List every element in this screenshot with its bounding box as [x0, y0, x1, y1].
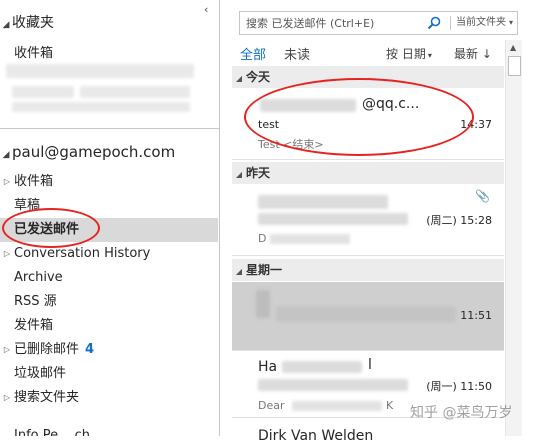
collapse-pane-button[interactable]: ‹ [204, 3, 208, 16]
chevron-down-icon: ▾ [427, 51, 432, 60]
favorites-header[interactable]: ◢ 收藏夹 [0, 12, 54, 32]
annotation-circle-sent [2, 208, 100, 248]
expand-arrow-icon[interactable]: ▷ [0, 338, 14, 362]
blurred-folder-3 [80, 86, 190, 98]
expand-arrow-icon[interactable]: ▷ [0, 386, 14, 410]
folder-outbox[interactable]: 发件箱 [0, 314, 218, 338]
filter-all[interactable]: 全部 [240, 44, 266, 63]
sort-by-date[interactable]: 按 日期 ▾ [386, 45, 432, 62]
folder-pane: ‹ ◢ 收藏夹 收件箱 ◢ paul@gamepoch.com ▷ 收件箱 草稿 已发… [0, 0, 219, 436]
folder-rss[interactable]: RSS 源 [0, 290, 218, 314]
list-scrollbar[interactable]: ▲ [505, 40, 522, 436]
blurred-preview [270, 234, 350, 244]
blurred-subject [276, 306, 456, 322]
message-item-3-selected[interactable]: 11:51 [232, 282, 504, 351]
pane-separator [0, 128, 219, 129]
search-input[interactable] [240, 12, 414, 34]
scroll-thumb[interactable] [508, 56, 521, 76]
expand-arrow-icon[interactable]: ▷ [0, 170, 14, 194]
collapse-triangle-icon: ◢ [235, 170, 243, 179]
folder-archive[interactable]: Archive [0, 266, 218, 290]
search-scope-dropdown[interactable]: 当前文件夹 ▾ [456, 12, 513, 34]
message-preview: Dear [258, 399, 285, 412]
favorites-inbox[interactable]: 收件箱 [14, 42, 53, 61]
account-label: paul@gamepoch.com [12, 143, 176, 161]
blurred-subject [258, 379, 408, 391]
blurred-sender [282, 361, 362, 373]
unread-count-badge: 4 [85, 342, 95, 357]
sort-order-newest[interactable]: 最新 ↓ [454, 45, 492, 62]
message-sender-tail: l [368, 357, 372, 373]
collapse-triangle-icon: ◢ [2, 20, 10, 30]
message-preview: D [258, 232, 267, 245]
message-time: (周二) 15:28 [426, 214, 492, 227]
blurred-folder-2 [12, 86, 74, 98]
scroll-up-icon[interactable]: ▲ [510, 43, 516, 52]
collapse-triangle-icon: ◢ [235, 267, 243, 276]
account-header[interactable]: ◢ paul@gamepoch.com [0, 143, 176, 161]
message-preview-tail: K [386, 399, 394, 412]
chevron-down-icon: ▾ [509, 18, 514, 27]
message-list-pane: 当前文件夹▾ 全部 未读 按 日期▾ 最新 ↓ ▲ ◢今天 @qq.c... t… [220, 0, 549, 444]
folder-partial-bottom[interactable]: Info Pe....ch... [14, 428, 102, 436]
message-sender: Dirk Van Welden [258, 428, 374, 444]
search-box[interactable]: 当前文件夹▾ [239, 11, 518, 35]
watermark: 知乎 @菜鸟万岁 [410, 405, 513, 421]
collapse-triangle-icon: ◢ [2, 150, 10, 160]
message-sender: Ha [258, 359, 278, 375]
blurred-sender [256, 290, 270, 318]
group-header-monday[interactable]: ◢ 星期一 [232, 259, 504, 281]
folder-search-folders[interactable]: ▷ 搜索文件夹 [0, 386, 218, 410]
message-time: (周一) 11:50 [426, 380, 492, 393]
folder-deleted-items[interactable]: ▷ 已删除邮件 4 [0, 338, 218, 362]
annotation-circle-message [244, 78, 474, 156]
folder-junk[interactable]: 垃圾邮件 [0, 362, 218, 386]
collapse-triangle-icon: ◢ [235, 74, 243, 83]
message-item-2[interactable]: 📎 (周二) 15:28 D [232, 185, 504, 256]
message-time: 11:51 [460, 309, 492, 322]
favorites-label: 收藏夹 [12, 15, 54, 31]
filter-unread[interactable]: 未读 [284, 44, 310, 63]
filter-row: 全部 未读 按 日期 ▾ 最新 ↓ [240, 44, 500, 64]
search-scope-separator [450, 16, 451, 30]
expand-arrow-icon[interactable]: ▷ [0, 242, 14, 266]
blurred-sender [258, 195, 388, 209]
folder-inbox[interactable]: ▷ 收件箱 [0, 170, 218, 194]
blurred-preview [292, 401, 382, 411]
attachment-icon: 📎 [475, 189, 490, 203]
blurred-subject [258, 213, 408, 225]
search-icon[interactable] [426, 15, 442, 31]
blurred-folder-1 [6, 64, 194, 78]
blurred-folder-4 [12, 102, 190, 112]
group-header-yesterday[interactable]: ◢ 昨天 [232, 162, 504, 184]
